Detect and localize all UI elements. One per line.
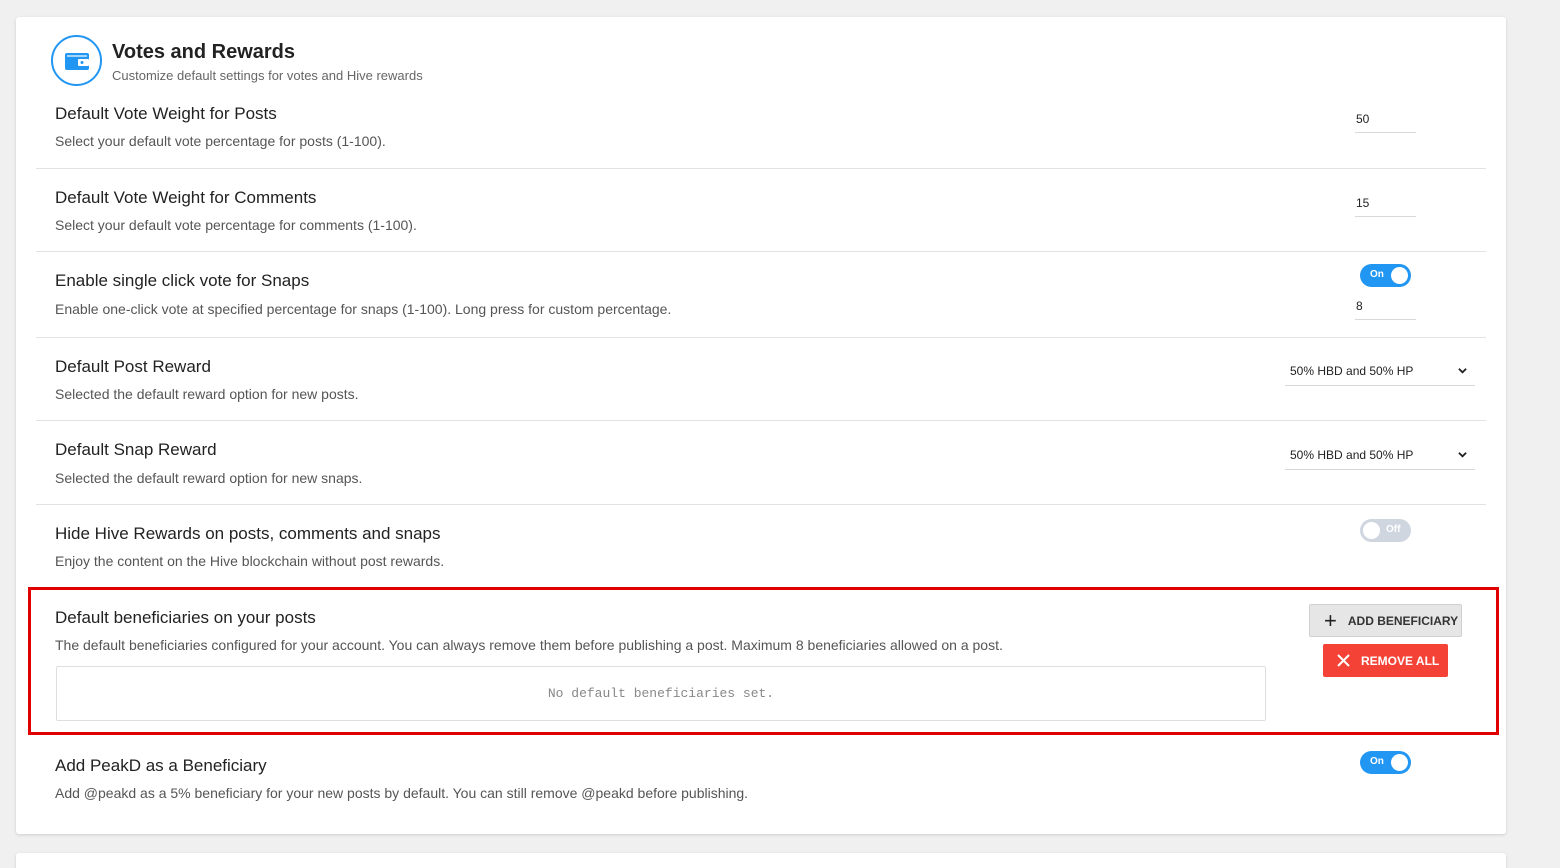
snap-reward-select[interactable]: 50% HBD and 50% HP bbox=[1285, 442, 1475, 470]
add-beneficiary-label: ADD BENEFICIARY bbox=[1347, 613, 1459, 628]
snap-vote-title: Enable single click vote for Snaps bbox=[55, 271, 310, 290]
beneficiaries-empty-state: No default beneficiaries set. bbox=[56, 666, 1266, 721]
beneficiaries-title: Default beneficiaries on your posts bbox=[55, 608, 316, 627]
hide-rewards-desc: Enjoy the content on the Hive blockchain… bbox=[55, 553, 445, 569]
toggle-knob bbox=[1363, 522, 1380, 539]
plus-icon: + bbox=[1324, 607, 1337, 633]
next-settings-card bbox=[16, 853, 1506, 868]
toggle-knob bbox=[1391, 267, 1408, 284]
chevron-down-icon bbox=[1458, 452, 1467, 458]
hide-rewards-title: Hide Hive Rewards on posts, comments and… bbox=[55, 524, 441, 543]
snap-reward-desc: Selected the default reward option for n… bbox=[55, 470, 363, 486]
add-beneficiary-button[interactable]: + ADD BENEFICIARY bbox=[1309, 604, 1462, 637]
snap-vote-desc: Enable one-click vote at specified perce… bbox=[55, 301, 672, 317]
toggle-label: On bbox=[1370, 756, 1384, 767]
remove-all-button[interactable]: REMOVE ALL bbox=[1323, 644, 1448, 677]
snap-vote-input[interactable] bbox=[1355, 298, 1416, 320]
vote-posts-input[interactable] bbox=[1355, 111, 1416, 133]
remove-all-label: REMOVE ALL bbox=[1361, 653, 1440, 668]
chevron-down-icon bbox=[1458, 368, 1467, 374]
vote-posts-desc: Select your default vote percentage for … bbox=[55, 133, 386, 149]
toggle-knob bbox=[1391, 754, 1408, 771]
peakd-beneficiary-desc: Add @peakd as a 5% beneficiary for your … bbox=[55, 785, 749, 801]
toggle-label: On bbox=[1370, 269, 1384, 280]
section-title: Votes and Rewards bbox=[112, 41, 296, 63]
divider bbox=[36, 504, 1486, 505]
snap-reward-title: Default Snap Reward bbox=[55, 440, 217, 459]
hide-rewards-toggle[interactable]: Off bbox=[1360, 519, 1411, 542]
vote-comments-title: Default Vote Weight for Comments bbox=[55, 188, 317, 207]
vote-comments-input[interactable] bbox=[1355, 195, 1416, 217]
wallet-icon bbox=[51, 35, 102, 86]
divider bbox=[36, 168, 1486, 169]
divider bbox=[36, 337, 1486, 338]
snap-vote-toggle[interactable]: On bbox=[1360, 264, 1411, 287]
peakd-beneficiary-title: Add PeakD as a Beneficiary bbox=[55, 756, 267, 775]
close-icon bbox=[1337, 654, 1350, 667]
peakd-beneficiary-toggle[interactable]: On bbox=[1360, 751, 1411, 774]
divider bbox=[36, 420, 1486, 421]
post-reward-value: 50% HBD and 50% HP bbox=[1290, 364, 1414, 378]
post-reward-desc: Selected the default reward option for n… bbox=[55, 386, 359, 402]
post-reward-title: Default Post Reward bbox=[55, 357, 211, 376]
toggle-label: Off bbox=[1386, 524, 1401, 535]
snap-reward-value: 50% HBD and 50% HP bbox=[1290, 448, 1414, 462]
post-reward-select[interactable]: 50% HBD and 50% HP bbox=[1285, 358, 1475, 386]
divider bbox=[36, 251, 1486, 252]
beneficiaries-desc: The default beneficiaries configured for… bbox=[55, 637, 1003, 653]
section-subtitle: Customize default settings for votes and… bbox=[112, 68, 423, 83]
vote-comments-desc: Select your default vote percentage for … bbox=[55, 217, 417, 233]
vote-posts-title: Default Vote Weight for Posts bbox=[55, 104, 277, 123]
